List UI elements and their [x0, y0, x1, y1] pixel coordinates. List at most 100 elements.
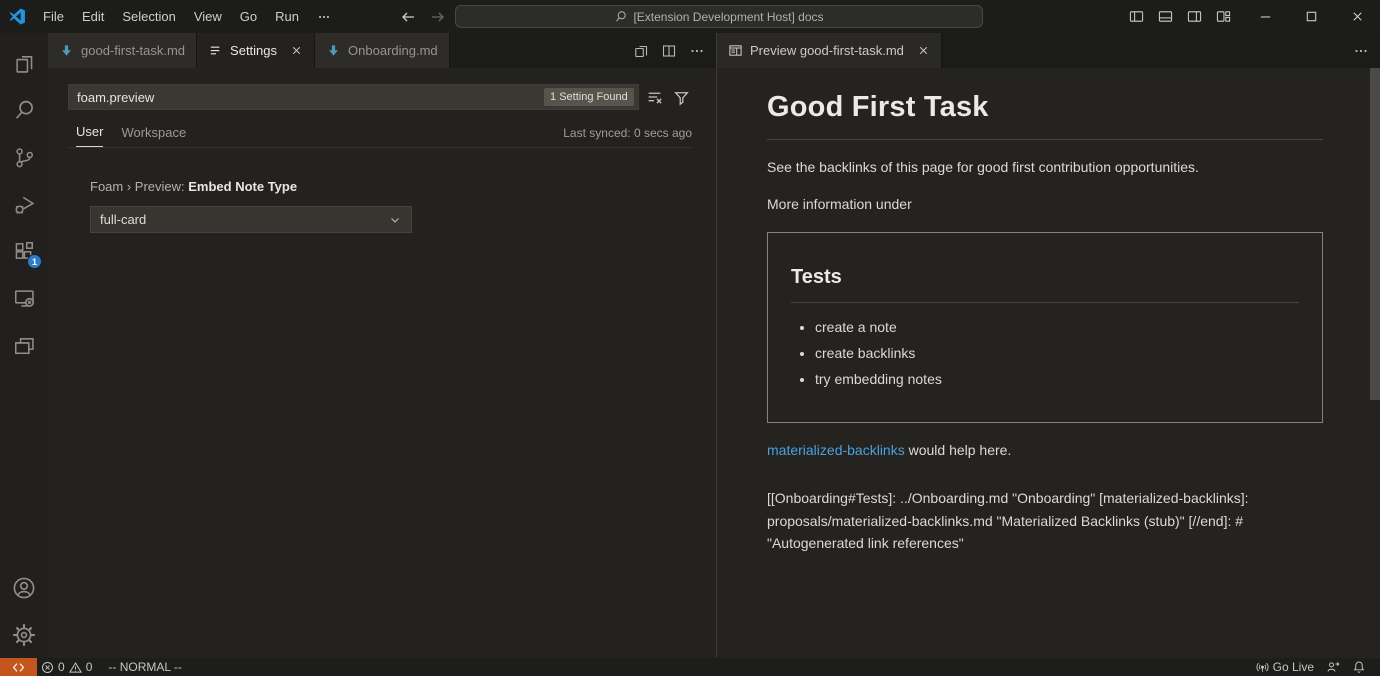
filter-settings-icon[interactable]: [670, 86, 692, 108]
list-item: create backlinks: [815, 343, 1299, 363]
remote-explorer-icon[interactable]: [0, 274, 48, 321]
vim-mode-indicator[interactable]: -- NORMAL --: [102, 658, 188, 676]
extensions-icon[interactable]: 1: [0, 227, 48, 274]
warning-count: 0: [86, 660, 93, 674]
tab-settings[interactable]: Settings: [197, 33, 315, 68]
settings-editor-icon: [208, 43, 223, 58]
preview-paragraph: More information under: [767, 194, 1323, 214]
setting-name: Embed Note Type: [188, 179, 297, 194]
vim-mode-text: -- NORMAL --: [108, 660, 182, 674]
close-window-button[interactable]: [1334, 0, 1380, 33]
explorer-icon[interactable]: [0, 39, 48, 86]
editor-group-right: Preview good-first-task.md Good First Ta…: [717, 33, 1380, 658]
settings-gear-icon[interactable]: [0, 611, 48, 658]
open-changes-icon[interactable]: [628, 38, 654, 64]
preview-paragraph: See the backlinks of this page for good …: [767, 157, 1323, 177]
go-live-label: Go Live: [1273, 660, 1314, 674]
menu-go[interactable]: Go: [231, 5, 266, 28]
markdown-preview: Good First Task See the backlinks of thi…: [717, 68, 1380, 555]
editor-group-left: good-first-task.md Settings Onboarding.m…: [48, 33, 716, 658]
tab-label: good-first-task.md: [81, 43, 185, 58]
menu-view[interactable]: View: [185, 5, 231, 28]
maximize-button[interactable]: [1288, 0, 1334, 33]
link-references-text: [[Onboarding#Tests]: ../Onboarding.md "O…: [767, 487, 1323, 555]
tab-label: Onboarding.md: [348, 43, 438, 58]
toggle-panel-icon[interactable]: [1151, 0, 1180, 33]
embedded-note-list: create a note create backlinks try embed…: [791, 317, 1299, 390]
activity-bar: 1: [0, 33, 48, 658]
go-forward-icon[interactable]: [430, 9, 446, 25]
search-view-icon[interactable]: [0, 86, 48, 133]
close-tab-icon[interactable]: [917, 44, 930, 57]
menu-more-icon[interactable]: [308, 6, 340, 28]
go-live-button[interactable]: Go Live: [1250, 658, 1320, 676]
scope-tab-user[interactable]: User: [76, 124, 103, 147]
clear-search-results-icon[interactable]: [644, 86, 666, 108]
menu-selection[interactable]: Selection: [113, 5, 184, 28]
embedded-note-title: Tests: [791, 263, 1299, 303]
more-actions-icon[interactable]: [1348, 38, 1374, 64]
minimize-button[interactable]: [1242, 0, 1288, 33]
windows-panels-icon[interactable]: [0, 321, 48, 368]
command-center-search[interactable]: [Extension Development Host] docs: [455, 5, 983, 28]
chevron-down-icon: [388, 213, 402, 227]
materialized-backlinks-link[interactable]: materialized-backlinks: [767, 442, 905, 458]
customize-layout-icon[interactable]: [1209, 0, 1238, 33]
last-synced-label: Last synced: 0 secs ago: [563, 126, 692, 147]
tabbar-right: Preview good-first-task.md: [717, 33, 1380, 68]
link-suffix-text: would help here.: [905, 442, 1012, 458]
settings-found-badge: 1 Setting Found: [544, 88, 634, 106]
preview-title: Good First Task: [767, 86, 1323, 140]
split-editor-icon[interactable]: [656, 38, 682, 64]
menu-file[interactable]: File: [34, 5, 73, 28]
open-preview-icon: [728, 43, 743, 58]
embed-note-type-dropdown[interactable]: full-card: [90, 206, 412, 233]
source-control-icon[interactable]: [0, 133, 48, 180]
markdown-file-icon: [326, 43, 341, 58]
settings-search-input[interactable]: [69, 90, 544, 105]
list-item: try embedding notes: [815, 369, 1299, 389]
embedded-note-card: Tests create a note create backlinks try…: [767, 232, 1323, 423]
run-debug-icon[interactable]: [0, 180, 48, 227]
tab-onboarding[interactable]: Onboarding.md: [315, 33, 450, 68]
preview-paragraph: materialized-backlinks would help here.: [767, 440, 1323, 460]
search-icon: [614, 10, 627, 23]
toggle-secondary-sidebar-icon[interactable]: [1180, 0, 1209, 33]
toggle-primary-sidebar-icon[interactable]: [1122, 0, 1151, 33]
tab-good-first-task[interactable]: good-first-task.md: [48, 33, 197, 68]
broadcast-icon: [1256, 661, 1269, 674]
problems-indicator[interactable]: 0 0: [41, 660, 92, 674]
tabbar-left: good-first-task.md Settings Onboarding.m…: [48, 33, 716, 68]
feedback-icon[interactable]: [1320, 658, 1346, 676]
status-bar: 0 0 -- NORMAL -- Go Live: [0, 658, 1380, 676]
extensions-badge: 1: [27, 254, 42, 269]
scope-tab-workspace[interactable]: Workspace: [121, 125, 186, 147]
error-icon: [41, 661, 54, 674]
settings-search-box: 1 Setting Found: [68, 84, 639, 110]
error-count: 0: [58, 660, 65, 674]
close-tab-icon[interactable]: [290, 44, 303, 57]
menu-run[interactable]: Run: [266, 5, 308, 28]
list-item: create a note: [815, 317, 1299, 337]
setting-category: Foam › Preview:: [90, 179, 188, 194]
setting-title: Foam › Preview: Embed Note Type: [90, 179, 692, 194]
settings-scope-tabs: User Workspace Last synced: 0 secs ago: [68, 123, 692, 148]
notifications-bell-icon[interactable]: [1346, 658, 1372, 676]
menu-edit[interactable]: Edit: [73, 5, 113, 28]
menubar: File Edit Selection View Go Run: [34, 5, 340, 28]
remote-indicator[interactable]: [0, 658, 37, 676]
go-back-icon[interactable]: [400, 9, 416, 25]
settings-editor: 1 Setting Found User Workspace Last sync…: [48, 68, 716, 233]
dropdown-value: full-card: [100, 212, 146, 227]
tab-label: Settings: [230, 43, 277, 58]
warning-icon: [69, 661, 82, 674]
tab-preview-good-first-task[interactable]: Preview good-first-task.md: [717, 33, 942, 68]
markdown-file-icon: [59, 43, 74, 58]
setting-item-embed-note-type: Foam › Preview: Embed Note Type full-car…: [90, 179, 692, 233]
more-actions-icon[interactable]: [684, 38, 710, 64]
preview-scrollbar[interactable]: [1370, 68, 1380, 400]
titlebar: File Edit Selection View Go Run [Extensi…: [0, 0, 1380, 33]
tab-label: Preview good-first-task.md: [750, 43, 904, 58]
accounts-icon[interactable]: [0, 564, 48, 611]
command-center-label: [Extension Development Host] docs: [633, 10, 823, 24]
